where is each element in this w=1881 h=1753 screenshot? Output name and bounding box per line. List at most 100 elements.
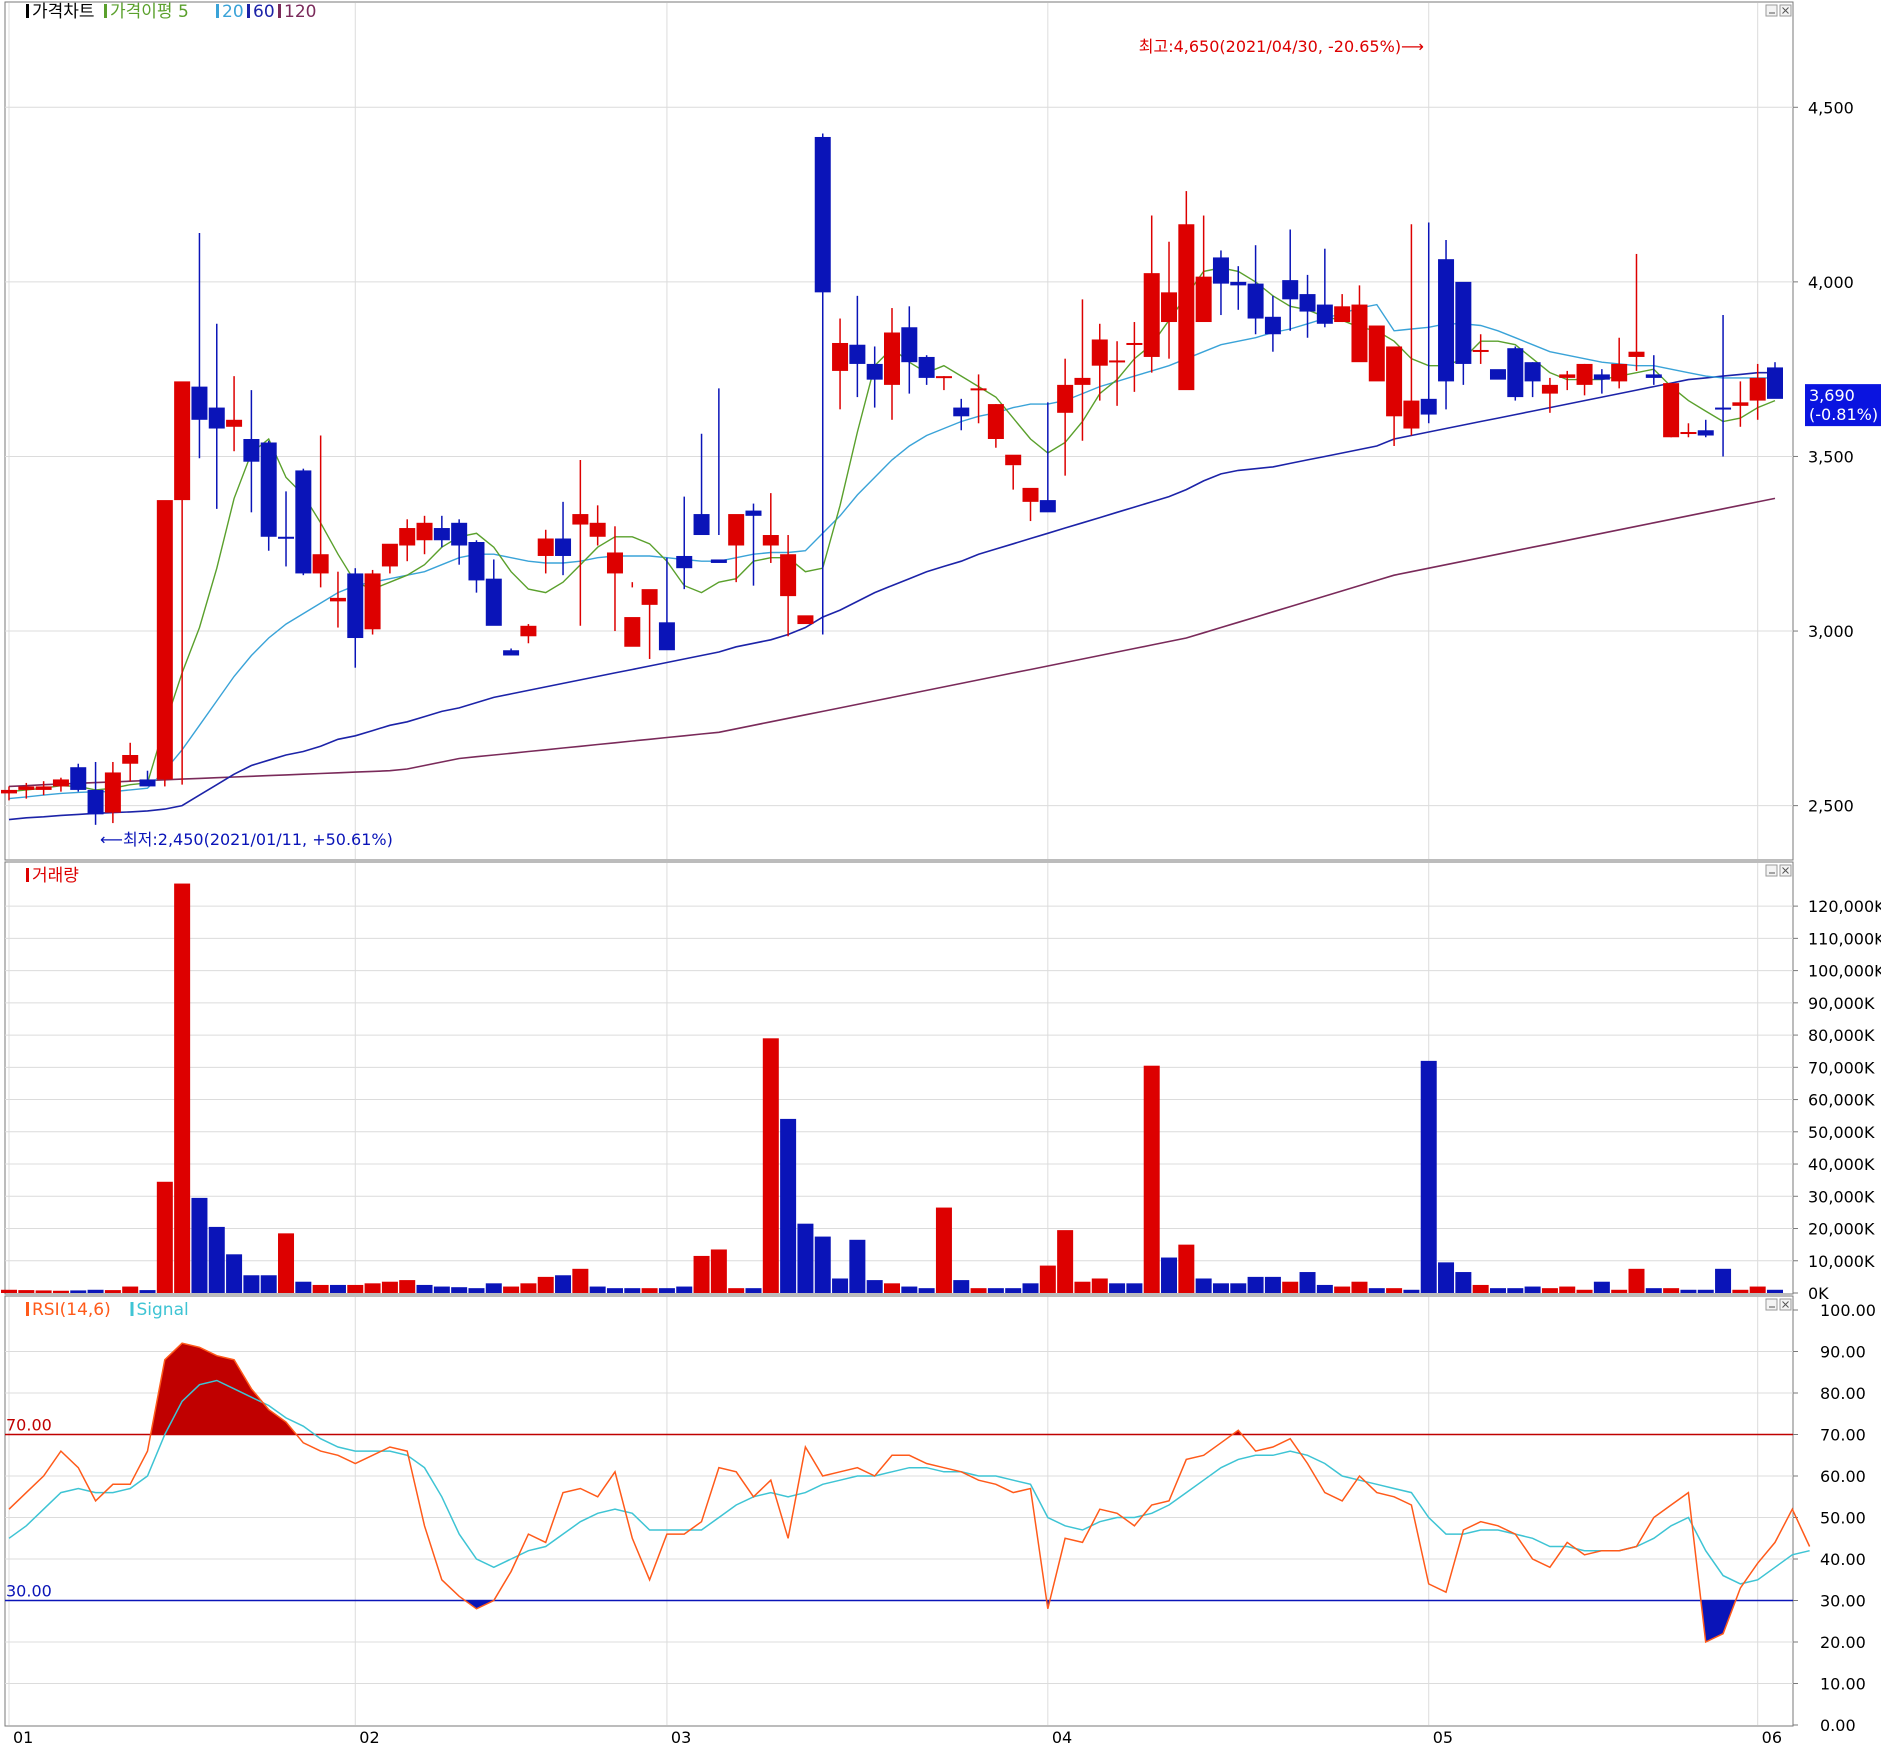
candle-body — [243, 439, 260, 462]
volume-bar — [191, 1197, 208, 1293]
candle-body — [1005, 454, 1022, 466]
volume-bar — [1299, 1272, 1316, 1293]
volume-bar — [468, 1288, 485, 1293]
price-y-tick-label: 4,500 — [1808, 98, 1854, 117]
volume-y-tick-label: 110,000K — [1808, 929, 1881, 948]
candle-body — [780, 554, 797, 597]
volume-bar — [1628, 1268, 1645, 1293]
legend-label: Signal — [137, 1300, 189, 1320]
candle-body — [555, 538, 572, 556]
candle-body — [104, 772, 121, 813]
rsi-y-tick-label: 90.00 — [1820, 1343, 1866, 1362]
candle-body — [1282, 280, 1299, 300]
candle-body — [866, 363, 883, 380]
minimize-icon — [1765, 1298, 1778, 1311]
rsi-y-tick-label: 20.00 — [1820, 1633, 1866, 1652]
rsi-y-tick-label: 60.00 — [1820, 1467, 1866, 1486]
volume-bar — [1593, 1281, 1610, 1293]
volume-bar — [416, 1284, 433, 1293]
volume-bar — [780, 1118, 797, 1293]
candle-body — [451, 522, 468, 546]
minimize-icon — [1765, 864, 1778, 877]
volume-bar — [1161, 1257, 1178, 1293]
volume-bar — [70, 1290, 87, 1293]
candle-body — [1455, 281, 1472, 364]
volume-bar — [762, 1038, 779, 1293]
candle-body — [226, 419, 243, 427]
candle-body — [485, 578, 502, 626]
candle-body — [520, 625, 537, 637]
x-tick-label: 04 — [1052, 1728, 1072, 1747]
candle-body — [18, 786, 35, 790]
candle-body — [918, 356, 935, 378]
candle-body — [1749, 377, 1766, 401]
volume-bar — [520, 1283, 537, 1293]
candle-body — [1680, 432, 1697, 435]
volume-bar — [728, 1288, 745, 1293]
candle-body — [1403, 400, 1420, 429]
candle-body — [1351, 304, 1368, 363]
candle-body — [1126, 342, 1143, 345]
candle-body — [35, 786, 52, 790]
candle-body — [1715, 407, 1732, 410]
volume-bar — [970, 1288, 987, 1293]
volume-bar — [693, 1255, 710, 1293]
candle-body — [70, 767, 87, 790]
volume-y-tick-label: 90,000K — [1808, 994, 1875, 1013]
volume-bar — [208, 1226, 225, 1293]
candle-body — [606, 552, 623, 574]
volume-bar — [1559, 1286, 1576, 1293]
candle-body — [468, 542, 485, 581]
rsi-y-tick-label: 100.00 — [1820, 1301, 1876, 1320]
stock-chart: 01 02 03 04 05 06 4,500 4,000 3,500 3,000 2,500 최고:… — [0, 0, 1881, 1749]
volume-bar — [987, 1288, 1004, 1293]
bar-marker-icon — [216, 4, 219, 18]
volume-bar — [606, 1288, 623, 1293]
bar-marker-icon — [130, 1302, 134, 1316]
candle-body — [1645, 374, 1662, 378]
candle-body — [1178, 224, 1195, 391]
volume-bar — [1472, 1284, 1489, 1293]
candle-body — [624, 617, 641, 647]
candle-body — [641, 589, 658, 605]
candle-body — [745, 510, 762, 516]
volume-bar — [139, 1290, 156, 1293]
volume-bar — [35, 1290, 52, 1293]
volume-bar — [1126, 1283, 1143, 1293]
volume-bar — [1247, 1276, 1264, 1293]
rsi-y-tick-label: 10.00 — [1820, 1675, 1866, 1694]
volume-bar — [1091, 1278, 1108, 1293]
volume-bar — [572, 1268, 589, 1293]
candle-body — [572, 514, 589, 525]
volume-bar — [503, 1286, 520, 1293]
volume-bar — [1005, 1288, 1022, 1293]
candle-body — [658, 622, 675, 651]
volume-bar — [329, 1284, 346, 1293]
volume-bar — [451, 1287, 468, 1293]
candle-body — [1697, 430, 1714, 436]
volume-bar — [1438, 1262, 1455, 1293]
volume-bar — [1663, 1288, 1680, 1293]
candle-body — [1334, 306, 1351, 323]
candle-body — [1767, 367, 1783, 399]
volume-bar — [641, 1288, 658, 1293]
candle-body — [1507, 348, 1524, 398]
volume-bar — [1057, 1230, 1074, 1293]
volume-bar — [1541, 1288, 1558, 1293]
volume-bar — [87, 1289, 104, 1293]
candle-body — [1420, 398, 1437, 415]
bar-marker-icon — [247, 4, 250, 18]
volume-bar — [1489, 1288, 1506, 1293]
volume-bar — [156, 1181, 173, 1293]
volume-bar — [122, 1286, 139, 1293]
candle-body — [710, 559, 727, 563]
volume-bar — [381, 1281, 398, 1293]
candle-body — [1541, 384, 1558, 394]
volume-bar — [1264, 1276, 1281, 1293]
price-y-tick-label: 3,000 — [1808, 622, 1854, 641]
volume-bar — [399, 1280, 416, 1293]
volume-bar — [1420, 1060, 1437, 1293]
candle-body — [1161, 292, 1178, 323]
volume-y-tick-label: 10,000K — [1808, 1252, 1875, 1271]
candle-body — [901, 327, 918, 363]
